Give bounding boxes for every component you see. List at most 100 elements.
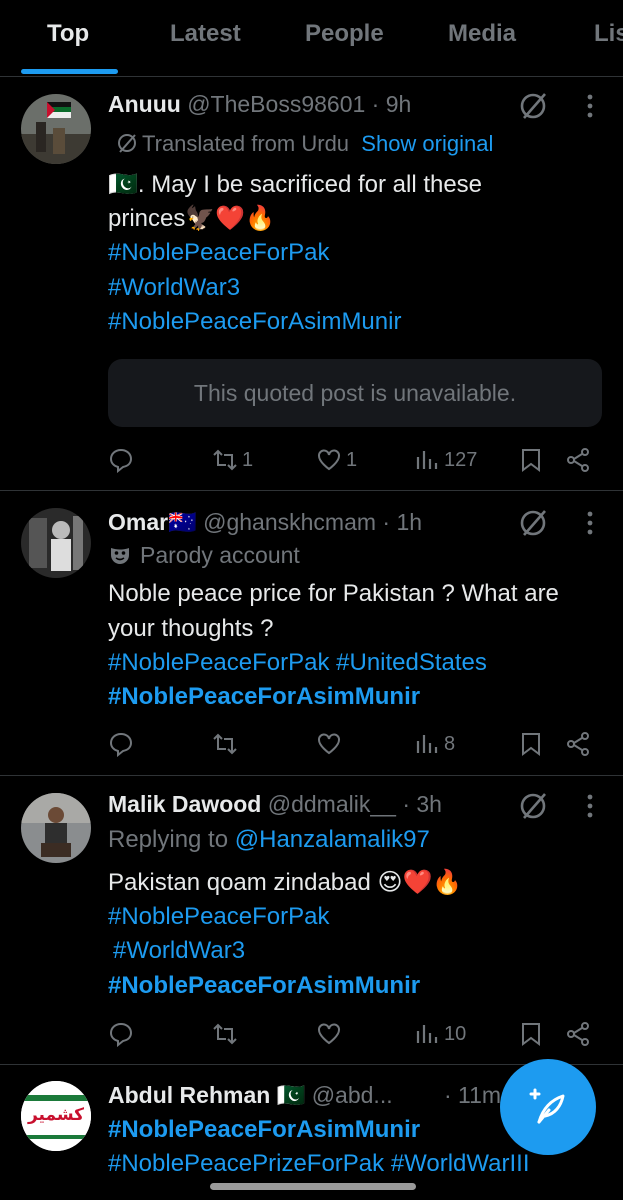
translated-label: Translated from Urdu [142, 131, 350, 156]
author-handle-time[interactable]: @ghanskhcmam · 1h [197, 509, 422, 535]
post-text: your thoughts ? [108, 615, 274, 642]
more-options-icon[interactable] [580, 508, 600, 538]
hashtag-link[interactable]: #NoblePeaceForPak [108, 900, 329, 934]
reply-icon [109, 448, 133, 473]
bookmark-button[interactable] [518, 440, 544, 480]
replying-to-link[interactable]: @Hanzalamalik97 [235, 826, 430, 853]
reply-icon [109, 1022, 133, 1047]
grok-icon[interactable] [518, 91, 548, 121]
grok-icon [118, 134, 136, 153]
author-handle-time[interactable]: @ddmalik__ · 3h [261, 791, 442, 817]
author-handle[interactable]: @abd... [305, 1082, 393, 1108]
post-text: 🇵🇰. May I be sacrificed for all these [108, 171, 483, 198]
reply-icon [109, 732, 133, 757]
quoted-post-unavailable: This quoted post is unavailable. [108, 359, 602, 427]
reply-button[interactable] [108, 1014, 134, 1054]
share-button[interactable] [565, 440, 591, 480]
more-options-icon[interactable] [580, 91, 600, 121]
post-actions: 1 1 127 [0, 440, 623, 480]
repost-button[interactable]: 1 [212, 440, 253, 480]
post-actions: 8 [0, 724, 623, 764]
hashtag-link[interactable]: #NoblePeaceForAsimMunir [108, 305, 401, 339]
author-handle-time[interactable]: @TheBoss98601 · 9h [181, 91, 411, 117]
reply-context: Replying to @Hanzalamalik97 [108, 826, 430, 853]
tab-lists[interactable]: Lis [594, 20, 623, 48]
bookmark-button[interactable] [518, 724, 544, 764]
share-button[interactable] [565, 1014, 591, 1054]
share-icon [567, 732, 589, 756]
post-text: Pakistan qoam zindabad 😍❤️🔥 [108, 869, 463, 896]
like-count: 1 [346, 448, 358, 471]
views-button[interactable]: 127 [414, 440, 477, 480]
compose-feather-icon [529, 1088, 565, 1124]
bookmark-button[interactable] [518, 1014, 544, 1054]
author-name[interactable]: Malik Dawood [108, 791, 261, 817]
repost-button[interactable] [212, 724, 238, 764]
repost-button[interactable] [212, 1014, 238, 1054]
hashtag-link[interactable]: #NoblePeaceForAsimMunir [108, 969, 420, 1003]
compose-post-button[interactable] [500, 1059, 596, 1155]
reply-button[interactable] [108, 724, 134, 764]
post-text: Noble peace price for Pakistan ? What ar… [108, 580, 559, 607]
avatar[interactable] [21, 94, 91, 164]
active-tab-indicator [21, 69, 118, 74]
hashtag-link[interactable]: #NoblePeacePrizeForPak [108, 1150, 384, 1177]
post-time: · 11m [444, 1082, 502, 1108]
grok-icon[interactable] [518, 508, 548, 538]
hashtag-link[interactable]: #WorldWarIII [391, 1150, 530, 1177]
repost-icon [213, 449, 237, 471]
view-count: 8 [444, 732, 456, 755]
repost-icon [213, 733, 237, 755]
like-button[interactable]: 1 [316, 440, 357, 480]
like-button[interactable] [316, 724, 342, 764]
post[interactable]: Anuuu @TheBoss98601 · 9h Translated from… [0, 77, 623, 491]
show-original-link[interactable]: Show original [361, 131, 493, 156]
author-name[interactable]: Anuuu [108, 91, 181, 117]
hashtag-link[interactable]: #NoblePeaceForPak [108, 649, 329, 676]
tab-top[interactable]: Top [47, 20, 89, 48]
like-button[interactable] [316, 1014, 342, 1054]
views-icon [416, 735, 438, 753]
bookmark-icon [522, 1023, 540, 1046]
reply-button[interactable] [108, 440, 134, 480]
translation-notice: Translated from Urdu Show original [108, 131, 493, 157]
author-name[interactable]: Abdul Rehman 🇵🇰 [108, 1082, 305, 1108]
avatar[interactable]: کشمیر [21, 1081, 91, 1151]
tab-latest[interactable]: Latest [170, 20, 241, 48]
mask-icon [111, 548, 129, 564]
grok-icon[interactable] [518, 791, 548, 821]
hashtag-link[interactable]: #UnitedStates [336, 649, 487, 676]
hashtag-link[interactable]: #NoblePeaceForAsimMunir [108, 680, 420, 714]
views-button[interactable]: 10 [414, 1014, 466, 1054]
views-icon [416, 1025, 438, 1043]
views-button[interactable]: 8 [414, 724, 455, 764]
view-count: 10 [444, 1022, 467, 1045]
gesture-home-bar[interactable] [210, 1183, 416, 1190]
post[interactable]: Malik Dawood @ddmalik__ · 3h Replying to… [0, 776, 623, 1065]
share-button[interactable] [565, 724, 591, 764]
hashtag-link[interactable]: #WorldWar3 [113, 934, 245, 968]
parody-label: Parody account [108, 542, 300, 569]
more-options-icon[interactable] [580, 791, 600, 821]
share-icon [567, 1022, 589, 1046]
views-icon [416, 451, 438, 469]
repost-icon [213, 1023, 237, 1045]
hashtag-link[interactable]: #WorldWar3 [108, 271, 240, 305]
heart-icon [318, 1023, 340, 1045]
avatar-logo-text: کشمیر [27, 1105, 85, 1125]
avatar[interactable] [21, 508, 91, 578]
tab-people[interactable]: People [305, 20, 384, 48]
heart-icon [318, 733, 340, 755]
post-text: princes🦅❤️🔥 [108, 205, 276, 232]
tab-bar: Top Latest People Media Lis [0, 0, 623, 77]
avatar[interactable] [21, 793, 91, 863]
view-count: 127 [444, 448, 478, 471]
hashtag-link[interactable]: #NoblePeaceForAsimMunir [108, 1113, 420, 1147]
tab-media[interactable]: Media [448, 20, 516, 48]
bookmark-icon [522, 733, 540, 756]
heart-icon [318, 449, 340, 471]
hashtag-link[interactable]: #NoblePeaceForPak [108, 236, 329, 270]
bookmark-icon [522, 449, 540, 472]
author-name[interactable]: Omar🇦🇺 [108, 509, 197, 535]
post[interactable]: Omar🇦🇺 @ghanskhcmam · 1h Parody account … [0, 491, 623, 776]
